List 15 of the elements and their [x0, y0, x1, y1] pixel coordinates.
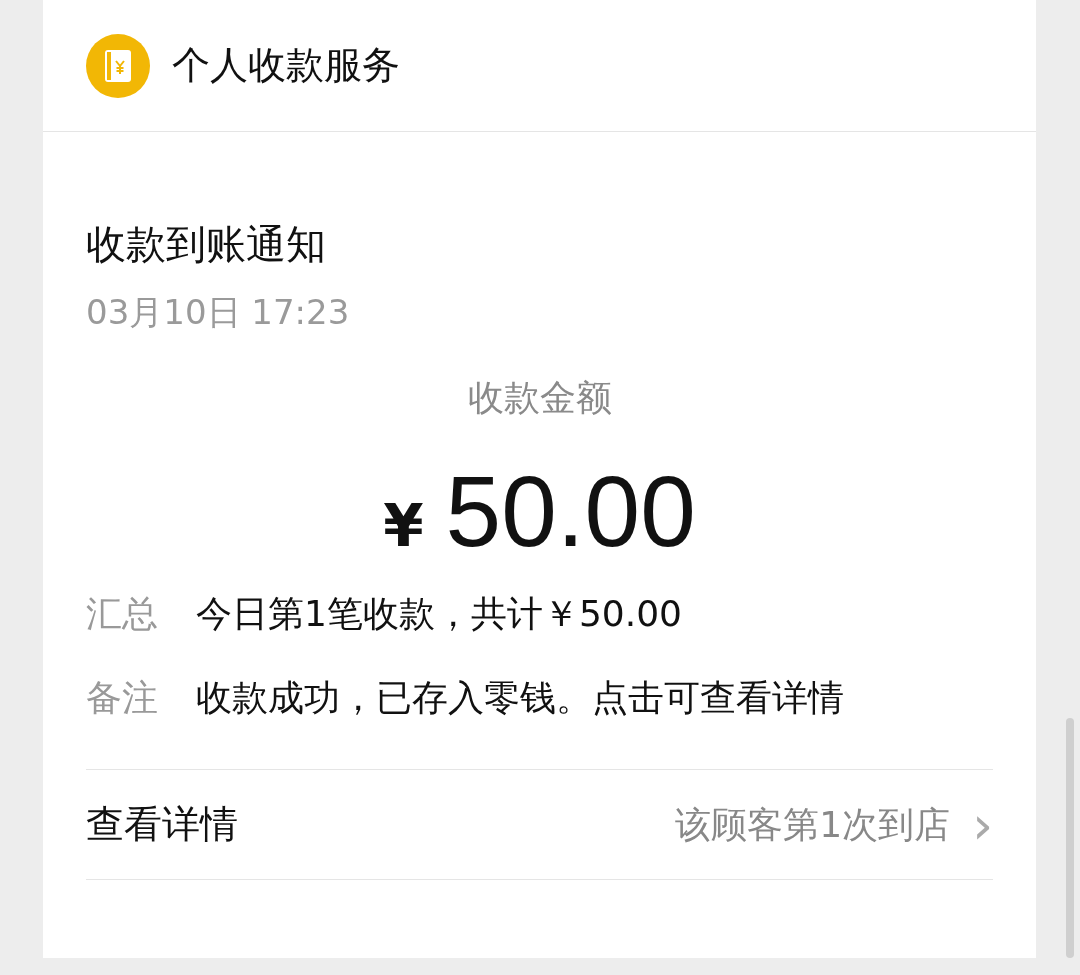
wallet-icon: [86, 33, 150, 98]
chevron-icon: ›: [972, 798, 993, 851]
details-row[interactable]: 查看详情 该顾客第1次到店 ›: [86, 770, 993, 880]
notice-time: 03月10日 17:23: [86, 291, 350, 334]
amount-value: 50.00: [445, 454, 696, 569]
notice-title: 收款到账通知: [86, 220, 326, 269]
amount-label: 收款金额: [467, 376, 612, 420]
field-label: 汇总: [86, 592, 158, 636]
visit-count-note: 该顾客第1次到店: [675, 802, 951, 847]
details-label: 查看详情: [86, 801, 238, 848]
currency-symbol: ¥: [383, 491, 424, 562]
field-value: 收款成功，已存入零钱。点击可查看详情: [196, 676, 844, 720]
field-value: 今日第1笔收款，共计￥50.00: [196, 592, 682, 636]
service-title: 个人收款服务: [172, 42, 400, 89]
field-label: 备注: [86, 676, 158, 720]
